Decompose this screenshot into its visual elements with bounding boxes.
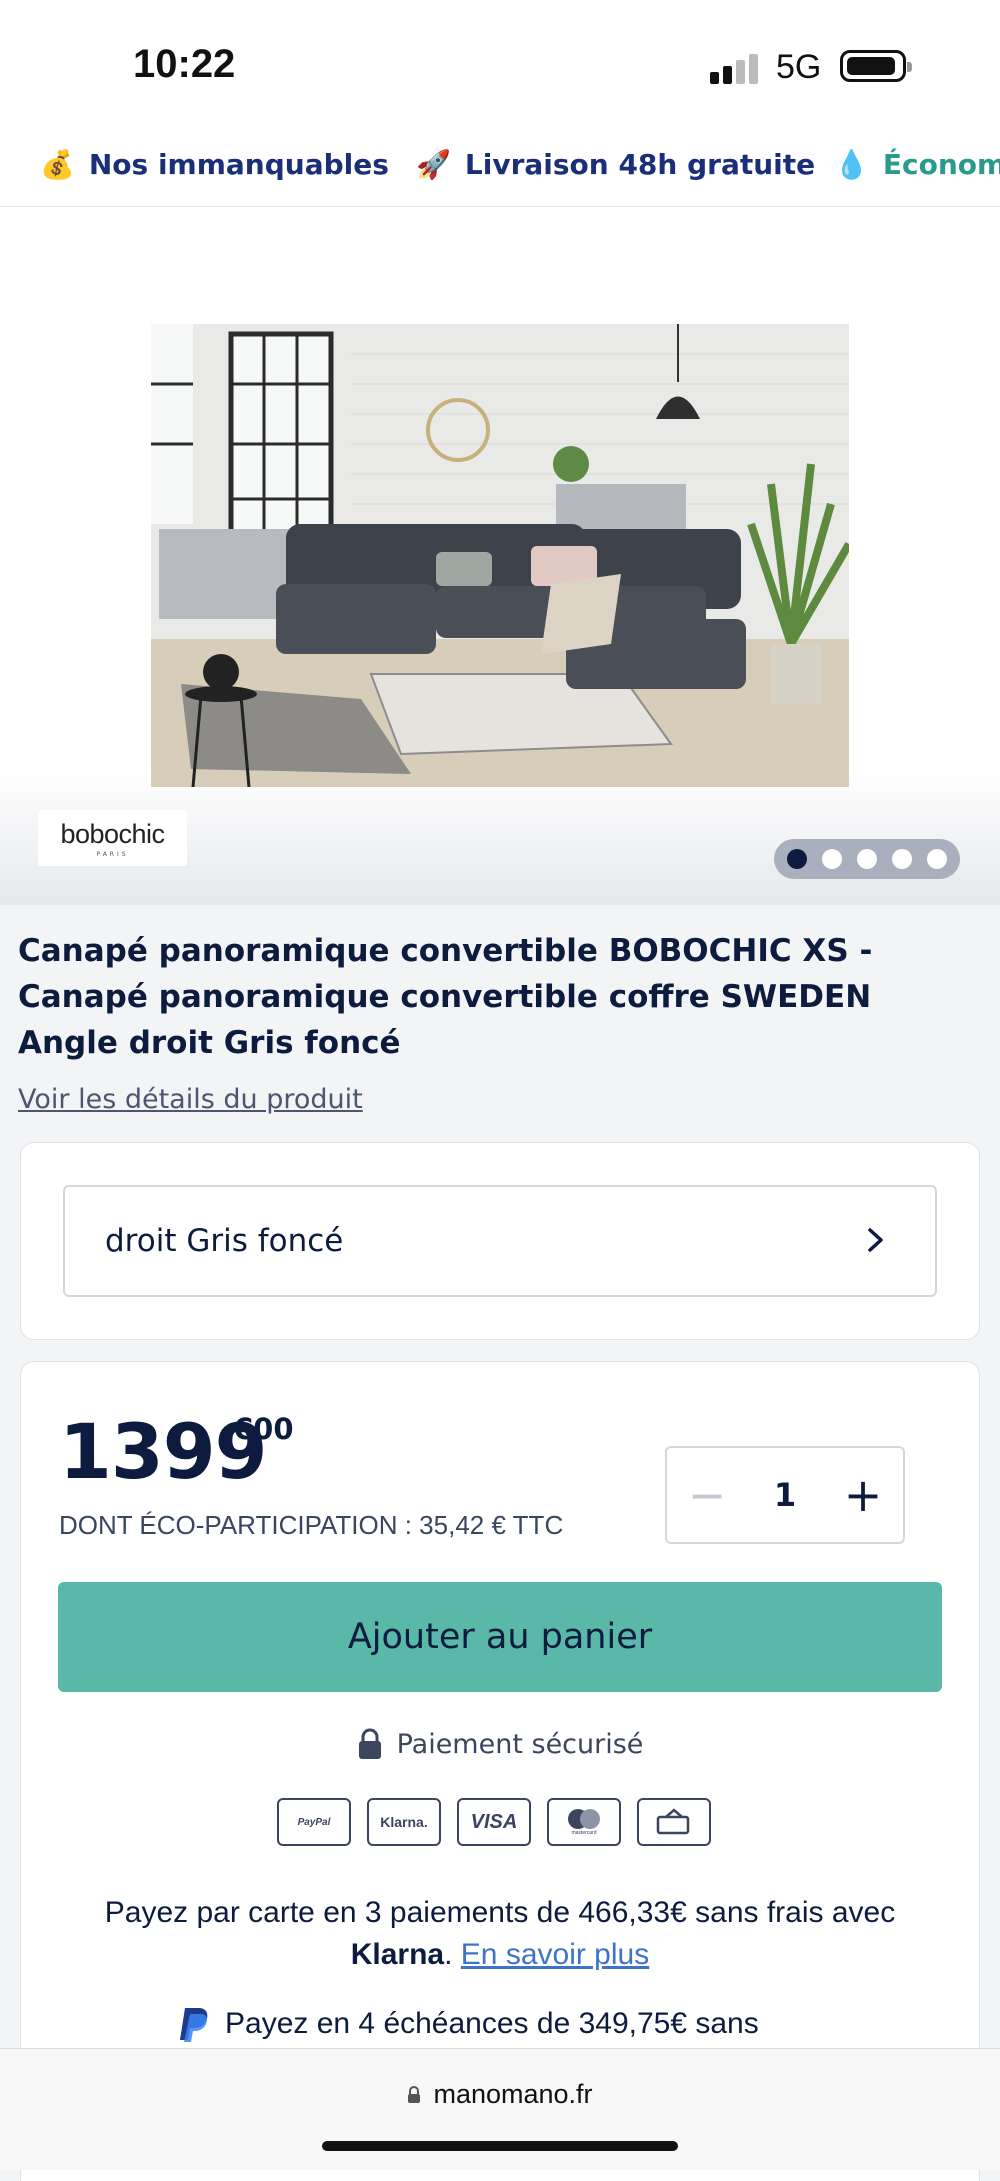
status-time: 10:22 xyxy=(133,42,236,86)
quantity-stepper: − 1 + xyxy=(665,1446,905,1544)
klarna-learn-more-link[interactable]: En savoir plus xyxy=(461,1938,649,1971)
browser-url-bar[interactable]: manomano.fr xyxy=(0,2048,1000,2170)
signal-icon xyxy=(710,52,760,84)
chevron-right-icon xyxy=(868,1228,883,1252)
brand-sub: PARIS xyxy=(96,850,129,858)
product-gallery[interactable]: bobochic PARIS xyxy=(0,207,1000,905)
carousel-dot[interactable] xyxy=(787,849,808,869)
promo-item-livraison[interactable]: 🚀 Livraison 48h gratuite xyxy=(416,148,815,181)
promo-label: Économi xyxy=(882,148,1000,181)
klarna-brand: Klarna xyxy=(350,1938,445,1971)
url-display[interactable]: manomano.fr xyxy=(0,2079,1000,2110)
quantity-increase-button[interactable]: + xyxy=(823,1448,903,1542)
add-to-cart-button[interactable]: Ajouter au panier xyxy=(58,1582,942,1692)
network-label: 5G xyxy=(776,48,822,86)
battery-icon xyxy=(840,50,912,82)
product-details-link[interactable]: Voir les détails du produit xyxy=(18,1084,363,1115)
klarna-logo-text: Klarna. xyxy=(380,1814,428,1830)
carousel-dot[interactable] xyxy=(926,849,947,869)
variant-label: droit Gris foncé xyxy=(105,1223,344,1259)
url-text: manomano.fr xyxy=(433,2079,593,2109)
secure-payment-label: Paiement sécurisé xyxy=(396,1728,644,1760)
paypal-installments-text: Payez en 4 échéances de 349,75€ sans xyxy=(225,2007,759,2040)
carousel-dot[interactable] xyxy=(822,849,843,869)
paypal-installments: Payez en 4 échéances de 349,75€ sans xyxy=(177,2006,759,2042)
droplet-icon: 💧 xyxy=(834,148,869,181)
variant-card: droit Gris foncé xyxy=(20,1142,980,1340)
klarna-installments-text: Payez par carte en 3 paiements de 466,33… xyxy=(104,1896,896,1929)
lock-icon xyxy=(358,1728,381,1759)
variant-selector[interactable]: droit Gris foncé xyxy=(63,1185,937,1297)
sofa-living-room-illustration xyxy=(151,324,849,787)
carousel-dot[interactable] xyxy=(856,849,877,869)
promo-label: Livraison 48h gratuite xyxy=(464,148,816,181)
product-title: Canapé panoramique convertible BOBOCHIC … xyxy=(18,933,873,1061)
brand-logo[interactable]: bobochic PARIS xyxy=(38,810,187,866)
promo-item-immanquables[interactable]: 💰 Nos immanquables xyxy=(40,148,389,181)
paypal-icon xyxy=(180,2008,208,2042)
klarna-logo: Klarna. xyxy=(367,1798,441,1846)
brand-name: bobochic xyxy=(60,818,165,849)
klarna-installments: Payez par carte en 3 paiements de 466,33… xyxy=(104,1896,896,1971)
mastercard-logo-text: mastercard xyxy=(571,1830,597,1836)
mastercard-logo: mastercard xyxy=(547,1798,621,1846)
home-indicator[interactable] xyxy=(322,2141,678,2151)
rocket-icon: 🚀 xyxy=(416,148,451,181)
bank-transfer-icon xyxy=(637,1798,711,1846)
promo-item-economie[interactable]: 💧 Économi xyxy=(834,148,1000,181)
price-cents: €00 xyxy=(233,1412,294,1446)
promo-bar: 💰 Nos immanquables 🚀 Livraison 48h gratu… xyxy=(0,130,1000,207)
paypal-logo: PayPal xyxy=(277,1798,351,1846)
visa-logo: VISA xyxy=(457,1798,531,1846)
quantity-value[interactable]: 1 xyxy=(747,1448,823,1542)
mastercard-circles-icon xyxy=(568,1809,600,1829)
lock-icon xyxy=(408,2085,421,2103)
carousel-dot[interactable] xyxy=(891,849,912,869)
money-bag-icon: 💰 xyxy=(40,148,75,181)
payment-methods: PayPal Klarna. VISA mastercard xyxy=(277,1798,711,1846)
promo-label: Nos immanquables xyxy=(88,148,389,181)
carousel-pagination[interactable] xyxy=(774,839,960,879)
paypal-logo-text: PayPal xyxy=(297,1816,331,1828)
visa-logo-text: VISA xyxy=(470,1810,518,1833)
eco-participation: DONT ÉCO-PARTICIPATION : 35,42 € TTC xyxy=(59,1510,564,1540)
product-image[interactable] xyxy=(151,324,849,787)
secure-payment: Paiement sécurisé xyxy=(21,1728,979,1760)
quantity-decrease-button[interactable]: − xyxy=(667,1448,747,1542)
status-bar: 10:22 5G xyxy=(0,0,1000,130)
